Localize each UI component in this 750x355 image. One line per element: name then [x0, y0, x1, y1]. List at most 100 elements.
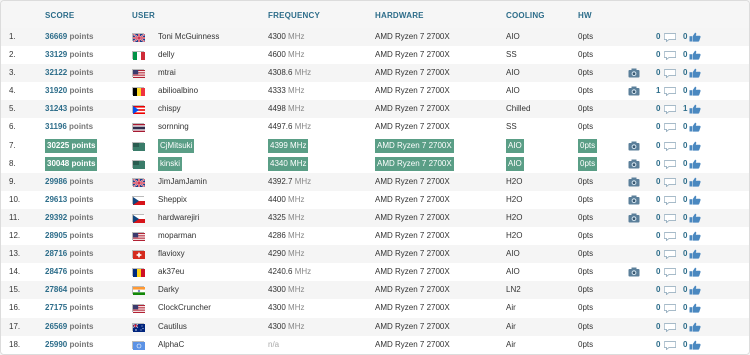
- hardware-link[interactable]: AMD Ryzen 7 2700X: [375, 281, 450, 299]
- camera-icon[interactable]: [628, 159, 640, 169]
- thumbs-up-icon[interactable]: [689, 303, 701, 314]
- column-header-score[interactable]: SCORE: [45, 11, 74, 20]
- thumbs-up-icon[interactable]: [689, 213, 701, 223]
- comment-icon[interactable]: [664, 340, 676, 350]
- comment-icon[interactable]: [664, 322, 676, 332]
- column-header-user[interactable]: USER: [132, 11, 155, 20]
- user-link[interactable]: AlphaC: [158, 336, 184, 354]
- hardware-link[interactable]: AMD Ryzen 7 2700X: [375, 100, 450, 118]
- hardware-link[interactable]: AMD Ryzen 7 2700X: [375, 227, 450, 245]
- comment-icon[interactable]: [664, 195, 676, 205]
- score-link[interactable]: 27864 points: [45, 281, 93, 299]
- comment-icon[interactable]: [664, 159, 676, 169]
- comment-icon[interactable]: [664, 104, 676, 115]
- hardware-link[interactable]: AMD Ryzen 7 2700X: [375, 173, 450, 191]
- thumbs-up-icon[interactable]: [689, 159, 701, 169]
- hardware-link[interactable]: AMD Ryzen 7 2700X: [375, 299, 450, 317]
- camera-icon[interactable]: [628, 213, 640, 223]
- thumbs-up-icon[interactable]: [689, 104, 701, 114]
- comment-icon[interactable]: [664, 86, 676, 97]
- comment-icon[interactable]: [664, 231, 676, 242]
- hardware-link[interactable]: AMD Ryzen 7 2700X: [375, 28, 450, 46]
- score-link[interactable]: 28476 points: [45, 263, 93, 281]
- user-link[interactable]: moparman: [158, 227, 196, 245]
- camera-icon[interactable]: [628, 141, 640, 151]
- thumbs-up-icon[interactable]: [689, 231, 701, 241]
- comment-icon[interactable]: [664, 267, 676, 278]
- comment-icon[interactable]: [664, 303, 676, 314]
- camera-icon[interactable]: [628, 86, 640, 96]
- score-link[interactable]: 32122 points: [45, 64, 93, 82]
- hardware-link[interactable]: AMD Ryzen 7 2700X: [375, 336, 450, 354]
- hardware-link[interactable]: AMD Ryzen 7 2700X: [375, 155, 454, 173]
- comment-icon[interactable]: [664, 32, 676, 42]
- hardware-link[interactable]: AMD Ryzen 7 2700X: [375, 118, 450, 136]
- user-link[interactable]: JimJamJamin: [158, 173, 207, 191]
- thumbs-up-icon[interactable]: [689, 32, 701, 42]
- thumbs-up-icon[interactable]: [689, 285, 701, 295]
- hardware-link[interactable]: AMD Ryzen 7 2700X: [375, 209, 450, 227]
- hardware-link[interactable]: AMD Ryzen 7 2700X: [375, 82, 450, 100]
- user-link[interactable]: Darky: [158, 281, 179, 299]
- hardware-link[interactable]: AMD Ryzen 7 2700X: [375, 46, 450, 64]
- user-link[interactable]: hardwarejiri: [158, 209, 199, 227]
- user-link[interactable]: abilioalbino: [158, 82, 198, 100]
- score-link[interactable]: 26569 points: [45, 318, 93, 336]
- score-link[interactable]: 29613 points: [45, 191, 93, 209]
- hardware-link[interactable]: AMD Ryzen 7 2700X: [375, 263, 450, 281]
- thumbs-up-icon[interactable]: [689, 267, 701, 277]
- thumbs-up-icon[interactable]: [689, 141, 701, 151]
- comment-icon[interactable]: [664, 50, 676, 61]
- thumbs-up-icon[interactable]: [689, 122, 701, 133]
- thumbs-up-icon[interactable]: [689, 195, 701, 205]
- camera-icon[interactable]: [628, 177, 640, 187]
- score-link[interactable]: 31920 points: [45, 82, 93, 100]
- column-header-frequency[interactable]: FREQUENCY: [268, 11, 320, 20]
- user-link[interactable]: ClockCruncher: [158, 299, 211, 317]
- score-link[interactable]: 31196 points: [45, 118, 93, 136]
- hardware-link[interactable]: AMD Ryzen 7 2700X: [375, 64, 450, 82]
- user-link[interactable]: delly: [158, 46, 174, 64]
- score-link[interactable]: 28905 points: [45, 227, 93, 245]
- thumbs-up-icon[interactable]: [689, 249, 701, 259]
- comment-icon[interactable]: [664, 141, 676, 151]
- user-link[interactable]: chispy: [158, 100, 181, 118]
- hardware-link[interactable]: AMD Ryzen 7 2700X: [375, 137, 454, 155]
- hardware-link[interactable]: AMD Ryzen 7 2700X: [375, 191, 450, 209]
- score-link[interactable]: 36669 points: [45, 28, 93, 46]
- user-link[interactable]: CjMitsuki: [158, 137, 195, 155]
- hardware-link[interactable]: AMD Ryzen 7 2700X: [375, 318, 450, 336]
- thumbs-up-icon[interactable]: [689, 340, 701, 350]
- user-link[interactable]: flavioxy: [158, 245, 185, 263]
- thumbs-up-icon[interactable]: [689, 86, 701, 96]
- camera-icon[interactable]: [628, 267, 640, 277]
- score-link[interactable]: 28716 points: [45, 245, 93, 263]
- comment-icon[interactable]: [664, 122, 676, 133]
- score-link[interactable]: 30048 points: [45, 155, 98, 173]
- score-link[interactable]: 31243 points: [45, 100, 93, 118]
- column-header-cooling[interactable]: COOLING: [506, 11, 545, 20]
- score-link[interactable]: 30225 points: [45, 137, 98, 155]
- thumbs-up-icon[interactable]: [689, 177, 701, 187]
- user-link[interactable]: ak37eu: [158, 263, 184, 281]
- user-link[interactable]: kinski: [158, 155, 183, 173]
- user-link[interactable]: sornning: [158, 118, 189, 136]
- comment-icon[interactable]: [664, 285, 676, 296]
- score-link[interactable]: 29986 points: [45, 173, 93, 191]
- comment-icon[interactable]: [664, 249, 676, 260]
- comment-icon[interactable]: [664, 68, 676, 79]
- score-link[interactable]: 33129 points: [45, 46, 93, 64]
- user-link[interactable]: Toni McGuinness: [158, 28, 219, 46]
- comment-icon[interactable]: [664, 177, 676, 187]
- hardware-link[interactable]: AMD Ryzen 7 2700X: [375, 245, 450, 263]
- thumbs-up-icon[interactable]: [689, 322, 701, 332]
- score-link[interactable]: 27175 points: [45, 299, 93, 317]
- comment-icon[interactable]: [664, 213, 676, 223]
- camera-icon[interactable]: [628, 68, 640, 78]
- thumbs-up-icon[interactable]: [689, 68, 701, 78]
- score-link[interactable]: 29392 points: [45, 209, 93, 227]
- thumbs-up-icon[interactable]: [689, 50, 701, 60]
- user-link[interactable]: mtrai: [158, 64, 176, 82]
- column-header-hw[interactable]: HW: [578, 11, 592, 20]
- camera-icon[interactable]: [628, 195, 640, 205]
